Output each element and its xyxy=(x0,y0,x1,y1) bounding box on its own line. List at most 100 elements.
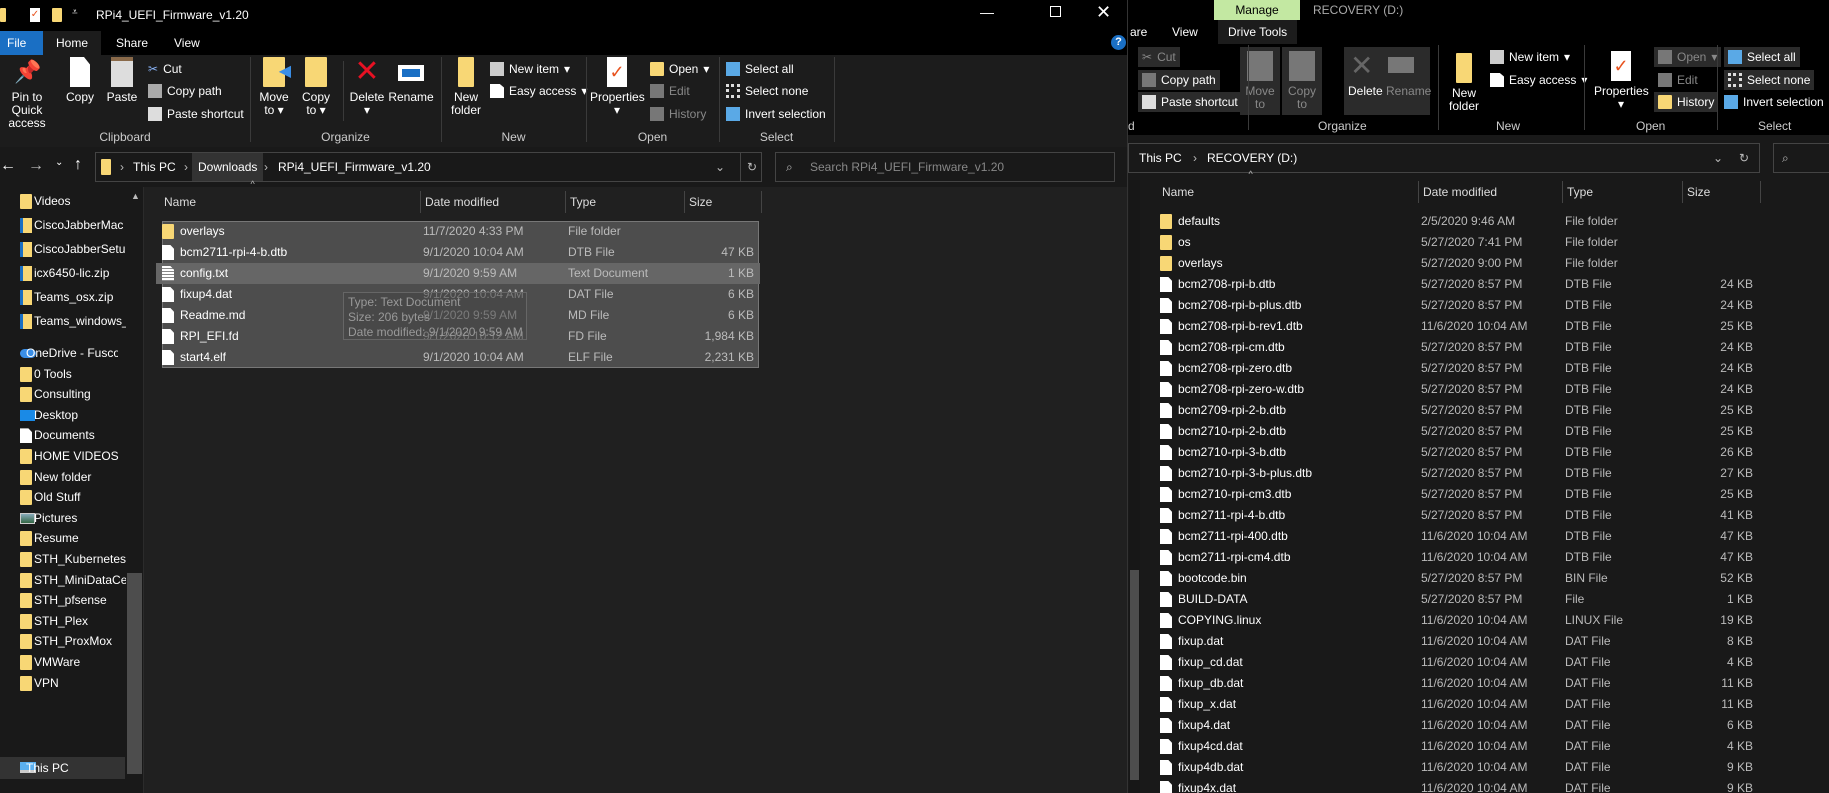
tab-view[interactable]: View xyxy=(164,31,210,55)
file-row[interactable]: fixup_db.dat 11/6/2020 10:04 AM DAT File… xyxy=(1154,673,1759,694)
breadcrumb-this-pc[interactable]: This PC xyxy=(129,153,180,181)
tab-view[interactable]: View xyxy=(1162,20,1208,44)
select-all-button[interactable]: Select all xyxy=(1724,47,1800,67)
cut-button[interactable]: ✂ Cut xyxy=(1138,47,1180,67)
cut-button[interactable]: ✂ Cut xyxy=(148,59,182,79)
select-all-button[interactable]: Select all xyxy=(726,59,794,79)
file-row[interactable]: fixup4x.dat 11/6/2020 10:04 AM DAT File … xyxy=(1154,778,1759,793)
sidebar-item[interactable]: Documents xyxy=(0,424,125,446)
file-row[interactable]: COPYING.linux 11/6/2020 10:04 AM LINUX F… xyxy=(1154,610,1759,631)
column-header-type[interactable]: Type xyxy=(1563,181,1683,203)
file-row[interactable]: defaults 2/5/2020 9:46 AM File folder xyxy=(1154,211,1759,232)
file-row[interactable]: fixup4cd.dat 11/6/2020 10:04 AM DAT File… xyxy=(1154,736,1759,757)
file-row[interactable]: bcm2708-rpi-b.dtb 5/27/2020 8:57 PM DTB … xyxy=(1154,274,1759,295)
help-icon[interactable]: ? xyxy=(1111,35,1126,50)
paste-shortcut-button[interactable]: Paste shortcut xyxy=(148,104,244,124)
properties-quick-icon[interactable]: ✓ xyxy=(30,8,40,22)
file-row[interactable]: bcm2711-rpi-400.dtb 11/6/2020 10:04 AM D… xyxy=(1154,526,1759,547)
sidebar-item[interactable]: Desktop xyxy=(0,404,125,426)
sidebar-item[interactable]: Old Stuff xyxy=(0,486,125,508)
file-row[interactable]: bcm2708-rpi-zero-w.dtb 5/27/2020 8:57 PM… xyxy=(1154,379,1759,400)
file-row[interactable]: bcm2710-rpi-3-b.dtb 5/27/2020 8:57 PM DT… xyxy=(1154,442,1759,463)
file-row[interactable]: os 5/27/2020 7:41 PM File folder xyxy=(1154,232,1759,253)
file-row[interactable]: bcm2709-rpi-2-b.dtb 5/27/2020 8:57 PM DT… xyxy=(1154,400,1759,421)
sidebar-item[interactable]: Teams_windows_ xyxy=(0,310,126,332)
file-row[interactable]: bcm2710-rpi-3-b-plus.dtb 5/27/2020 8:57 … xyxy=(1154,463,1759,484)
back-button[interactable]: ← xyxy=(0,157,16,175)
column-header-name[interactable]: Name xyxy=(160,191,421,213)
tab-home[interactable]: Home xyxy=(43,31,102,55)
sidebar-item[interactable]: Videos xyxy=(0,190,125,212)
sidebar-item[interactable]: VPN xyxy=(0,672,125,694)
column-header-name[interactable]: Name xyxy=(1158,181,1419,203)
copy-path-button[interactable]: Copy path xyxy=(1138,70,1220,90)
column-header-date-modified[interactable]: Date modified xyxy=(1419,181,1563,203)
new-folder-button[interactable]: New folder xyxy=(447,57,485,117)
sidebar-item[interactable]: CiscoJabberSetu xyxy=(0,238,125,260)
new-item-button[interactable]: New item ▾ xyxy=(1490,47,1570,67)
tab-share[interactable]: are xyxy=(1128,20,1157,44)
copy-to-button[interactable]: Copy to xyxy=(1282,47,1322,115)
sidebar-item[interactable]: STH_pfsense xyxy=(0,589,125,611)
sidebar-item[interactable]: VMWare xyxy=(0,651,125,673)
breadcrumb-recovery[interactable]: RECOVERY (D:) xyxy=(1203,144,1301,172)
chevron-down-icon[interactable]: ⌄ xyxy=(711,153,729,181)
delete-button[interactable]: Delete xyxy=(1348,85,1383,98)
paste-shortcut-button[interactable]: Paste shortcut xyxy=(1138,92,1242,112)
edit-button[interactable]: Edit xyxy=(650,81,690,101)
sidebar-item[interactable]: HOME VIDEOS xyxy=(0,445,125,467)
breadcrumb-downloads[interactable]: Downloads xyxy=(192,153,264,181)
file-row[interactable]: bcm2710-rpi-2-b.dtb 5/27/2020 8:57 PM DT… xyxy=(1154,421,1759,442)
open-button[interactable]: Open ▾ xyxy=(1654,47,1722,67)
file-row[interactable]: bcm2711-rpi-cm4.dtb 11/6/2020 10:04 AM D… xyxy=(1154,547,1759,568)
edit-button[interactable]: Edit xyxy=(1658,70,1698,90)
invert-selection-button[interactable]: Invert selection xyxy=(726,104,826,124)
chevron-down-icon[interactable]: ⌄ xyxy=(1709,144,1727,172)
address-bar[interactable]: This PC › RECOVERY (D:) ⌄ ↻ xyxy=(1128,143,1760,173)
delete-button[interactable]: ✕ Delete ▾ xyxy=(346,57,388,117)
file-row[interactable]: bootcode.bin 5/27/2020 8:57 PM BIN File … xyxy=(1154,568,1759,589)
column-header-size[interactable]: Size xyxy=(1683,181,1761,203)
history-button[interactable]: History xyxy=(650,104,706,124)
rename-button[interactable]: Rename xyxy=(1386,85,1431,98)
search-input[interactable]: ⌕ Search RPi4_UEFI_Firmware_v1.20 xyxy=(775,152,1115,182)
file-row[interactable]: bcm2708-rpi-b-rev1.dtb 11/6/2020 10:04 A… xyxy=(1154,316,1759,337)
close-button[interactable]: ✕ xyxy=(1096,2,1111,23)
up-button[interactable]: ↑ xyxy=(74,156,82,174)
tab-drive-tools[interactable]: Drive Tools xyxy=(1218,20,1298,44)
file-row[interactable]: fixup.dat 11/6/2020 10:04 AM DAT File 8 … xyxy=(1154,631,1759,652)
select-none-button[interactable]: Select none xyxy=(1724,70,1815,90)
easy-access-button[interactable]: Easy access▾ xyxy=(1490,70,1587,90)
file-row[interactable]: fixup4.dat 11/6/2020 10:04 AM DAT File 6… xyxy=(1154,715,1759,736)
copy-button[interactable]: Copy xyxy=(62,57,98,104)
scrollbar-thumb[interactable] xyxy=(1130,570,1139,780)
manage-tab[interactable]: Manage xyxy=(1214,0,1300,20)
file-row[interactable]: fixup_cd.dat 11/6/2020 10:04 AM DAT File… xyxy=(1154,652,1759,673)
sidebar-item[interactable]: OneDrive - Fusco. xyxy=(0,342,125,364)
rename-button[interactable]: Rename xyxy=(388,57,434,104)
easy-access-button[interactable]: Easy access▾ xyxy=(490,81,587,101)
column-header-type[interactable]: Type xyxy=(566,191,685,213)
sidebar-item[interactable]: Consulting xyxy=(0,383,125,405)
file-row[interactable]: bcm2710-rpi-cm3.dtb 5/27/2020 8:57 PM DT… xyxy=(1154,484,1759,505)
tab-file[interactable]: File xyxy=(0,31,43,55)
file-row[interactable]: bcm2708-rpi-cm.dtb 5/27/2020 8:57 PM DTB… xyxy=(1154,337,1759,358)
file-row[interactable]: bcm2708-rpi-zero.dtb 5/27/2020 8:57 PM D… xyxy=(1154,358,1759,379)
search-input[interactable]: ⌕ xyxy=(1773,143,1829,173)
sidebar-item[interactable]: This PC xyxy=(0,757,125,779)
properties-button[interactable]: ✓ Properties ▾ xyxy=(1594,47,1649,111)
column-header-date-modified[interactable]: Date modified xyxy=(421,191,566,213)
refresh-icon[interactable]: ↻ xyxy=(1735,144,1753,172)
file-row[interactable]: bcm2711-rpi-4-b.dtb 5/27/2020 8:57 PM DT… xyxy=(1154,505,1759,526)
scrollbar-thumb[interactable] xyxy=(127,573,142,774)
move-to-button[interactable]: Move to xyxy=(1240,47,1280,115)
sidebar-item[interactable]: STH_MiniDataCe xyxy=(0,569,126,591)
copy-path-button[interactable]: Copy path xyxy=(148,81,222,101)
sidebar-item[interactable]: STH_Kubernetes xyxy=(0,548,126,570)
file-row[interactable]: fixup4db.dat 11/6/2020 10:04 AM DAT File… xyxy=(1154,757,1759,778)
sidebar-item[interactable]: icx6450-lic.zip xyxy=(0,262,125,284)
customize-toolbar-icon[interactable]: ⩡ xyxy=(72,7,78,18)
sidebar-item[interactable]: 0 Tools xyxy=(0,363,125,385)
file-row[interactable]: overlays 11/7/2020 4:33 PM File folder xyxy=(156,221,760,242)
pin-to-quick-access-button[interactable]: 📌 Pin to Quick access xyxy=(0,57,54,130)
